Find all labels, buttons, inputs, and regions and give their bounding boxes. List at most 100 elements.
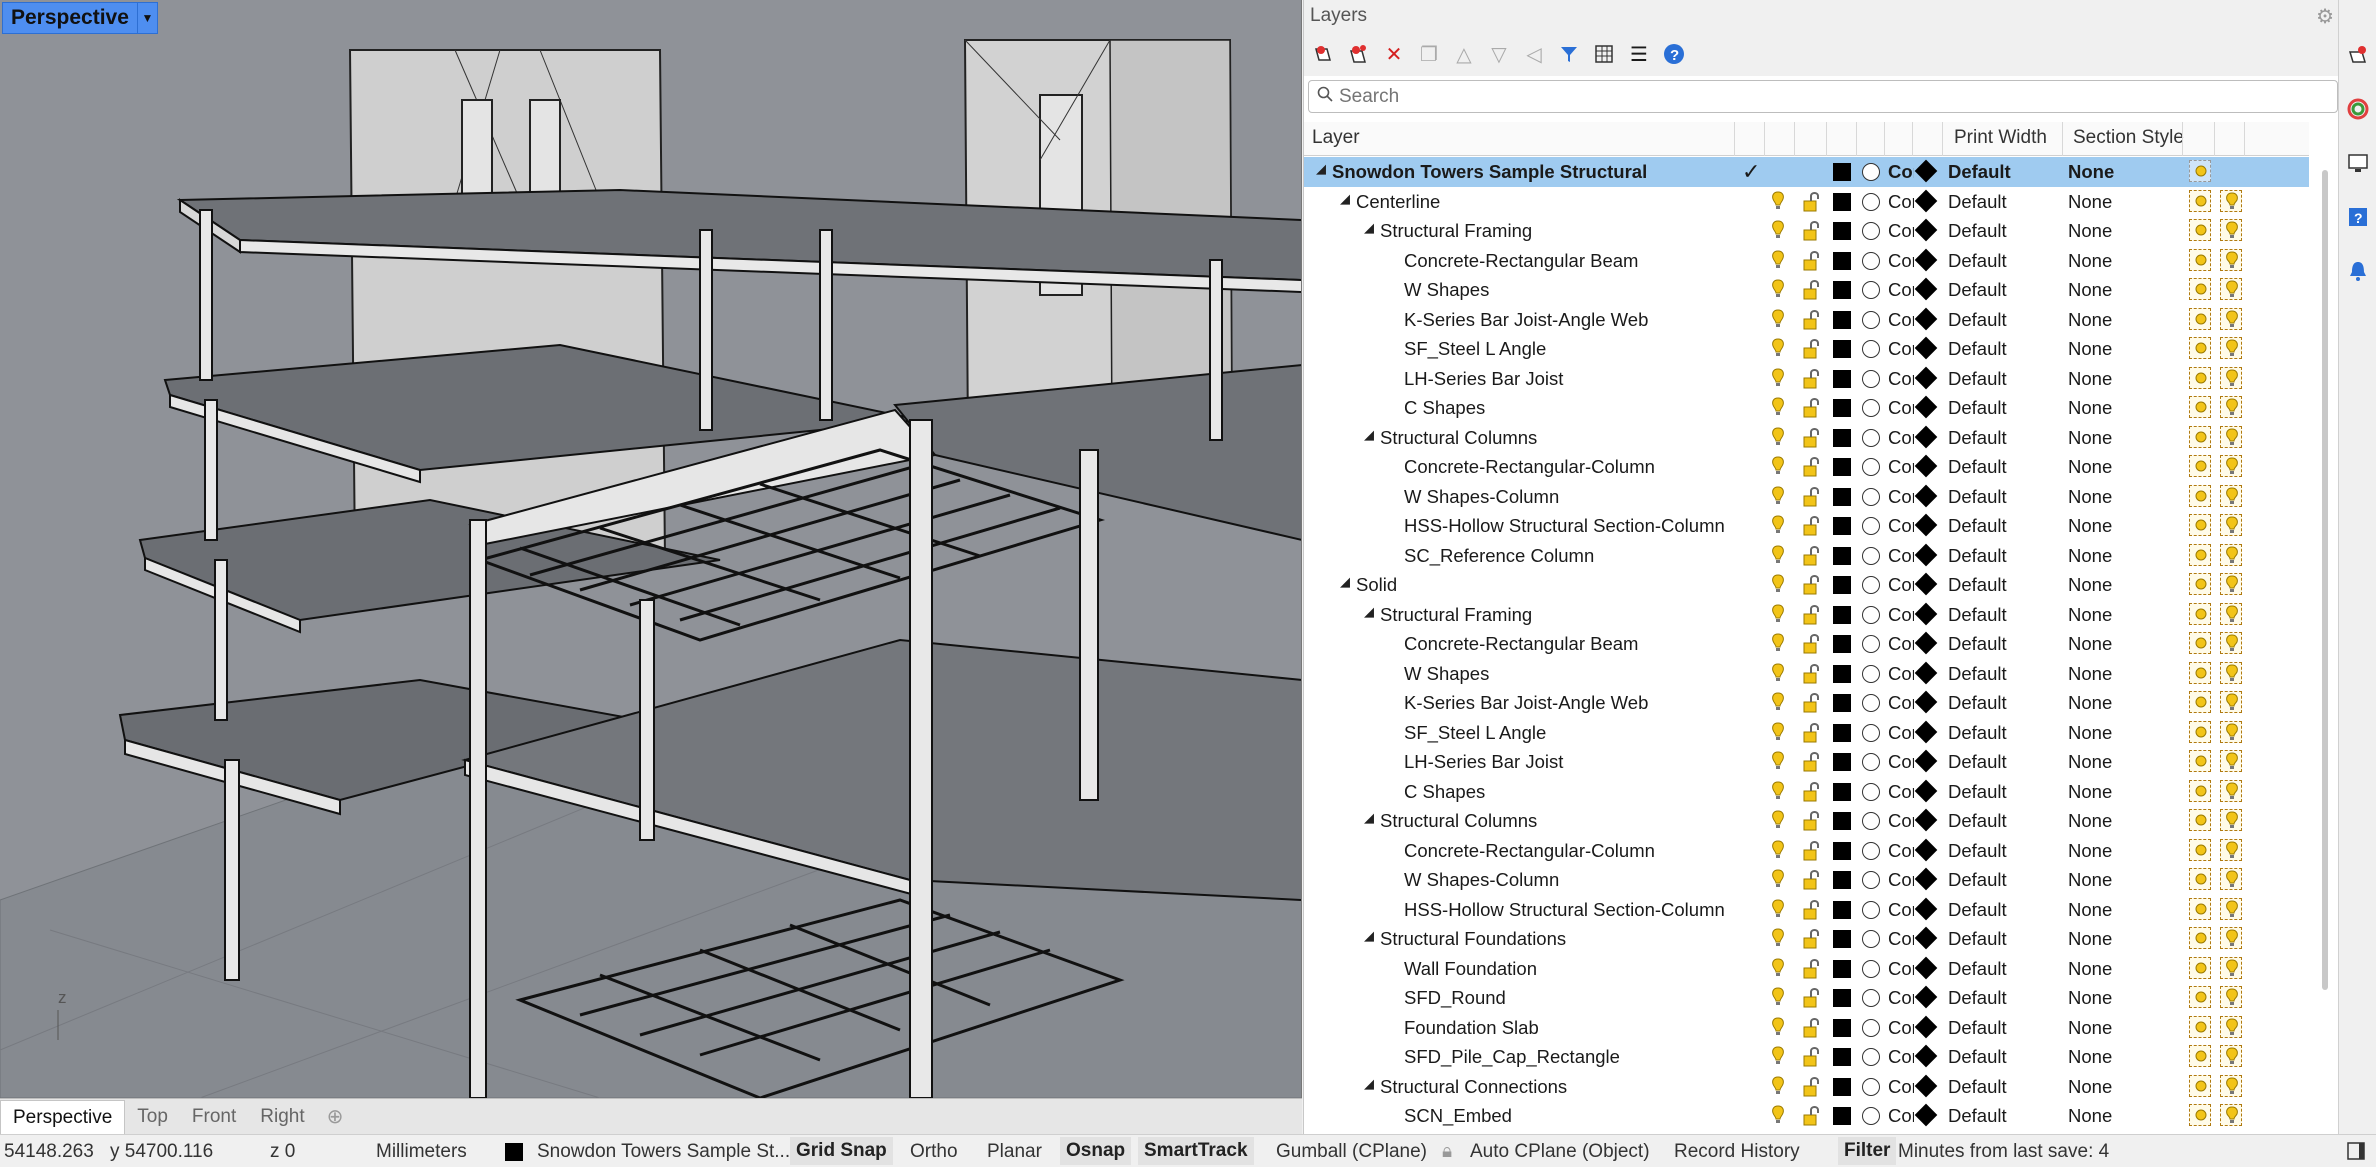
lock-open-icon[interactable] xyxy=(1801,515,1821,537)
layer-row[interactable]: LH-Series Bar Joist Cor Default None xyxy=(1304,747,2309,777)
material-circle-icon[interactable] xyxy=(1862,605,1880,624)
print-width-cell[interactable]: Default xyxy=(1948,309,2007,331)
model-visibility-icon[interactable] xyxy=(2220,956,2242,979)
section-style-cell[interactable]: None xyxy=(2068,928,2112,950)
print-width-cell[interactable]: Default xyxy=(1948,899,2007,921)
tab-top[interactable]: Top xyxy=(125,1100,180,1134)
layer-name[interactable]: Structural Framing xyxy=(1380,220,1532,242)
layer-name[interactable]: Structural Connections xyxy=(1380,1076,1567,1098)
lock-open-icon[interactable] xyxy=(1801,220,1821,242)
layer-color-swatch[interactable] xyxy=(1833,310,1851,329)
lock-open-icon[interactable] xyxy=(1801,191,1821,213)
layer-color-swatch[interactable] xyxy=(1833,576,1851,594)
material-circle-icon[interactable] xyxy=(1862,989,1880,1007)
visibility-bulb-icon[interactable] xyxy=(1771,397,1785,417)
layer-row[interactable]: ◢ Structural Columns Cor Default None xyxy=(1304,423,2309,453)
print-width-cell[interactable]: Default xyxy=(1948,368,2007,390)
lock-open-icon[interactable] xyxy=(1801,368,1821,390)
section-style-cell[interactable]: None xyxy=(2068,1105,2112,1127)
layer-name[interactable]: W Shapes xyxy=(1404,279,1489,301)
model-visibility-icon[interactable] xyxy=(2220,425,2242,448)
model-visibility-icon[interactable] xyxy=(2220,602,2242,625)
visibility-bulb-icon[interactable] xyxy=(1771,810,1785,830)
clipping-plane-icon[interactable] xyxy=(2189,838,2211,861)
units-label[interactable]: Millimeters xyxy=(376,1141,467,1163)
print-color-diamond-icon[interactable] xyxy=(1914,425,1938,448)
layer-color-swatch[interactable] xyxy=(1833,428,1851,447)
layer-row[interactable]: W Shapes-Column Cor Default None xyxy=(1304,482,2309,512)
visibility-bulb-icon[interactable] xyxy=(1771,485,1785,506)
model-visibility-icon[interactable] xyxy=(2220,484,2242,507)
model-visibility-icon[interactable] xyxy=(2220,661,2242,684)
grid-snap-toggle[interactable]: Grid Snap xyxy=(790,1137,893,1165)
column-print-width[interactable]: Print Width xyxy=(1954,127,2047,149)
print-width-cell[interactable]: Default xyxy=(1948,781,2007,803)
layer-row[interactable]: HSS-Hollow Structural Section-Column Cor D… xyxy=(1304,895,2309,925)
filter-toggle[interactable]: Filter xyxy=(1838,1137,1897,1165)
model-visibility-icon[interactable] xyxy=(2220,455,2242,477)
section-style-cell[interactable]: None xyxy=(2068,368,2112,390)
layer-color-swatch[interactable] xyxy=(1833,989,1851,1007)
layer-name[interactable]: Wall Foundation xyxy=(1404,958,1537,980)
print-color-diamond-icon[interactable] xyxy=(1914,218,1938,242)
clipping-plane-icon[interactable] xyxy=(2189,720,2211,743)
linetype-cell[interactable]: Cor xyxy=(1888,220,1914,242)
layer-name[interactable]: Structural Columns xyxy=(1380,810,1537,832)
layer-name[interactable]: C Shapes xyxy=(1404,397,1485,419)
lock-open-icon[interactable] xyxy=(1801,987,1821,1009)
material-circle-icon[interactable] xyxy=(1862,871,1880,889)
section-style-cell[interactable]: None xyxy=(2068,840,2112,862)
model-visibility-icon[interactable] xyxy=(2220,779,2242,802)
print-color-diamond-icon[interactable] xyxy=(1914,572,1938,596)
clipping-plane-icon[interactable] xyxy=(2189,779,2211,802)
print-color-diamond-icon[interactable] xyxy=(1914,661,1938,684)
layer-row[interactable]: SFD_Round Cor Default None xyxy=(1304,983,2309,1013)
model-visibility-icon[interactable] xyxy=(2220,514,2242,536)
model-visibility-icon[interactable] xyxy=(2220,897,2242,920)
linetype-cell[interactable]: Cor xyxy=(1888,515,1914,537)
layer-name[interactable]: Structural Columns xyxy=(1380,427,1537,449)
layer-row[interactable]: SFD_Pile_Cap_Rectangle Cor Default None xyxy=(1304,1042,2309,1072)
layer-color-swatch[interactable] xyxy=(1833,694,1851,712)
print-width-cell[interactable]: Default xyxy=(1948,722,2007,744)
material-circle-icon[interactable] xyxy=(1862,664,1880,683)
expand-arrow-icon[interactable]: ◢ xyxy=(1364,604,1374,620)
clipping-plane-icon[interactable] xyxy=(2189,219,2211,241)
layer-name[interactable]: LH-Series Bar Joist xyxy=(1404,368,1563,390)
gumball-toggle[interactable]: Gumball (CPlane) xyxy=(1276,1141,1427,1163)
linetype-cell[interactable]: Cor xyxy=(1888,486,1914,508)
section-style-cell[interactable]: None xyxy=(2068,191,2112,213)
material-circle-icon[interactable] xyxy=(1862,222,1880,240)
material-circle-icon[interactable] xyxy=(1862,428,1880,447)
layer-row[interactable]: W Shapes Cor Default None xyxy=(1304,659,2309,689)
print-width-cell[interactable]: Default xyxy=(1948,191,2007,213)
clipping-plane-icon[interactable] xyxy=(2189,543,2211,566)
layer-row[interactable]: C Shapes Cor Default None xyxy=(1304,393,2309,423)
model-visibility-icon[interactable] xyxy=(2220,691,2242,713)
panel-toggle-icon[interactable] xyxy=(2346,1141,2366,1167)
model-visibility-icon[interactable] xyxy=(2220,1104,2242,1126)
expand-arrow-icon[interactable]: ◢ xyxy=(1364,220,1374,236)
layer-row[interactable]: C Shapes Cor Default None xyxy=(1304,777,2309,807)
material-circle-icon[interactable] xyxy=(1862,399,1880,417)
print-color-diamond-icon[interactable] xyxy=(1914,808,1938,832)
layer-row[interactable]: LH-Series Bar Joist Cor Default None xyxy=(1304,364,2309,394)
layer-row[interactable]: HSS-Hollow Structural Section-Column Cor D… xyxy=(1304,511,2309,541)
clipping-plane-icon[interactable] xyxy=(2189,337,2211,359)
linetype-cell[interactable]: Cor xyxy=(1888,958,1914,980)
lock-open-icon[interactable] xyxy=(1801,604,1821,626)
print-width-cell[interactable]: Default xyxy=(1948,250,2007,272)
visibility-bulb-icon[interactable] xyxy=(1771,957,1785,978)
ortho-toggle[interactable]: Ortho xyxy=(910,1141,958,1163)
print-color-diamond-icon[interactable] xyxy=(1914,484,1938,507)
layer-name[interactable]: SCN_Embed xyxy=(1404,1105,1512,1127)
model-visibility-icon[interactable] xyxy=(2220,337,2242,359)
clipping-plane-icon[interactable] xyxy=(2189,366,2211,389)
lock-open-icon[interactable] xyxy=(1801,781,1821,803)
material-circle-icon[interactable] xyxy=(1862,959,1880,978)
print-color-diamond-icon[interactable] xyxy=(1914,602,1938,625)
new-layer-icon[interactable] xyxy=(1311,41,1337,67)
layer-name[interactable]: K-Series Bar Joist-Angle Web xyxy=(1404,692,1648,714)
model-visibility-icon[interactable] xyxy=(2220,219,2242,241)
visibility-bulb-icon[interactable] xyxy=(1771,1046,1785,1066)
